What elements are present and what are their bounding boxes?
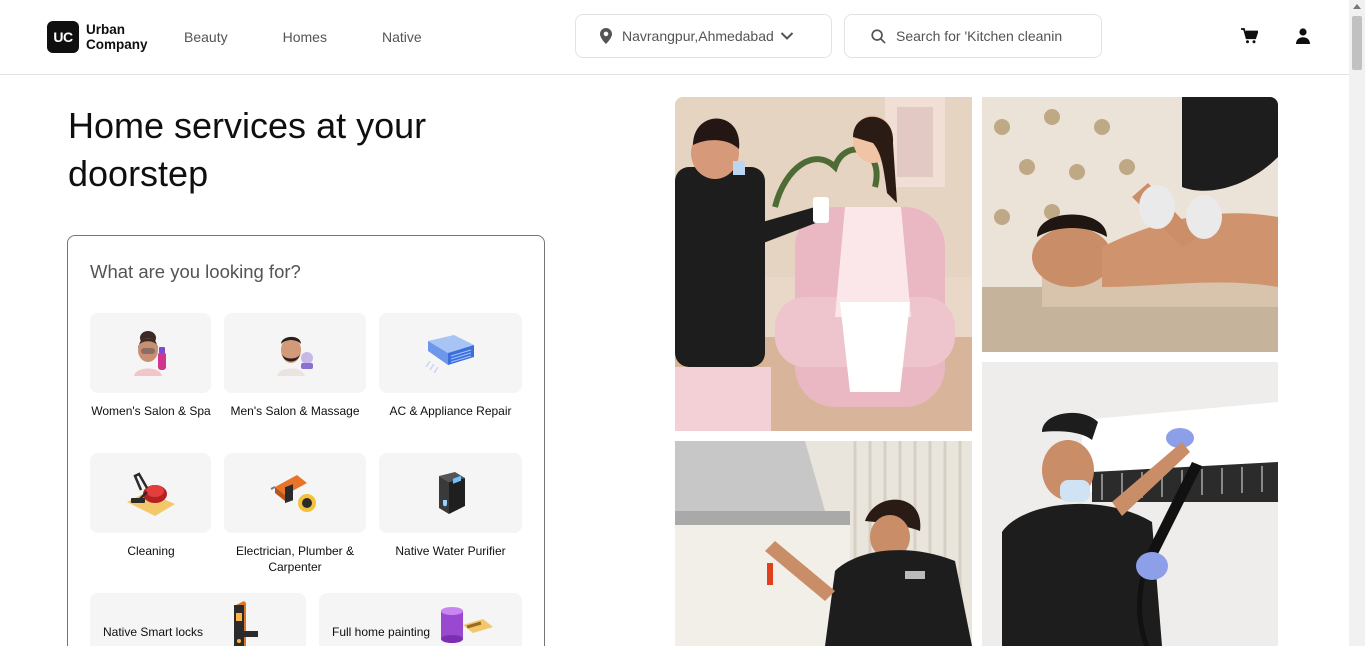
service-label: Electrician, Plumber & Carpenter — [235, 544, 355, 574]
service-cleaning[interactable]: Cleaning — [90, 453, 212, 559]
page-scrollbar[interactable] — [1349, 0, 1365, 646]
cart-icon — [1240, 28, 1258, 44]
scroll-up-arrow-icon[interactable] — [1353, 4, 1361, 9]
service-womens-salon[interactable]: Women's Salon & Spa — [90, 313, 212, 419]
drill-icon — [270, 475, 316, 512]
service-label: Cleaning — [127, 544, 175, 558]
search-input[interactable] — [896, 28, 1066, 44]
search-icon — [871, 28, 886, 44]
account-button[interactable] — [1294, 27, 1312, 45]
service-home-painting[interactable]: Full home painting — [319, 593, 522, 646]
nav-beauty[interactable]: Beauty — [184, 29, 228, 45]
cart-button[interactable] — [1240, 27, 1258, 45]
service-smart-locks[interactable]: Native Smart locks — [90, 593, 306, 646]
service-ac-repair[interactable]: AC & Appliance Repair — [379, 313, 522, 419]
ac-cleaning-photo — [982, 362, 1278, 646]
smart-lock-icon — [234, 601, 258, 646]
women-salon-icon — [133, 331, 166, 376]
ac-icon — [424, 335, 474, 373]
salon-photo — [675, 97, 972, 431]
men-salon-icon — [277, 336, 313, 376]
main-nav: Beauty Homes Native — [184, 29, 477, 45]
service-electrician-plumber-carpenter[interactable]: Electrician, Plumber & Carpenter — [224, 453, 366, 575]
service-picker-panel: What are you looking for? Women's Salon … — [67, 235, 545, 646]
search-bar[interactable] — [844, 14, 1102, 58]
nav-homes[interactable]: Homes — [283, 29, 327, 45]
page-title: Home services at your doorstep — [68, 105, 427, 194]
location-text: Navrangpur,Ahmedabad — [622, 28, 774, 44]
kitchen-chimney-photo — [675, 441, 972, 646]
service-mens-salon[interactable]: Men's Salon & Massage — [224, 313, 366, 419]
water-purifier-icon — [438, 472, 465, 514]
logo-mark: UC — [47, 21, 79, 53]
location-selector[interactable]: Navrangpur,Ahmedabad — [575, 14, 832, 58]
service-water-purifier[interactable]: Native Water Purifier — [379, 453, 522, 559]
panel-title: What are you looking for? — [90, 261, 301, 282]
header: UC Urban Company Beauty Homes Native Nav… — [0, 0, 1349, 75]
scroll-thumb[interactable] — [1352, 16, 1362, 70]
vacuum-icon — [126, 472, 175, 516]
service-label: Native Water Purifier — [395, 544, 506, 558]
service-label: Native Smart locks — [103, 625, 204, 639]
brand-logo[interactable]: UC Urban Company — [47, 21, 148, 53]
user-icon — [1296, 28, 1310, 44]
nav-native[interactable]: Native — [382, 29, 422, 45]
location-pin-icon — [600, 28, 612, 44]
massage-photo — [982, 97, 1278, 352]
service-label: AC & Appliance Repair — [389, 404, 512, 418]
chevron-down-icon — [780, 32, 793, 40]
service-label: Men's Salon & Massage — [230, 404, 360, 418]
paint-bucket-icon — [441, 607, 493, 643]
service-label: Women's Salon & Spa — [91, 404, 211, 418]
service-label: Full home painting — [332, 625, 431, 639]
brand-name-line2: Company — [86, 37, 148, 52]
brand-name-line1: Urban — [86, 22, 126, 37]
